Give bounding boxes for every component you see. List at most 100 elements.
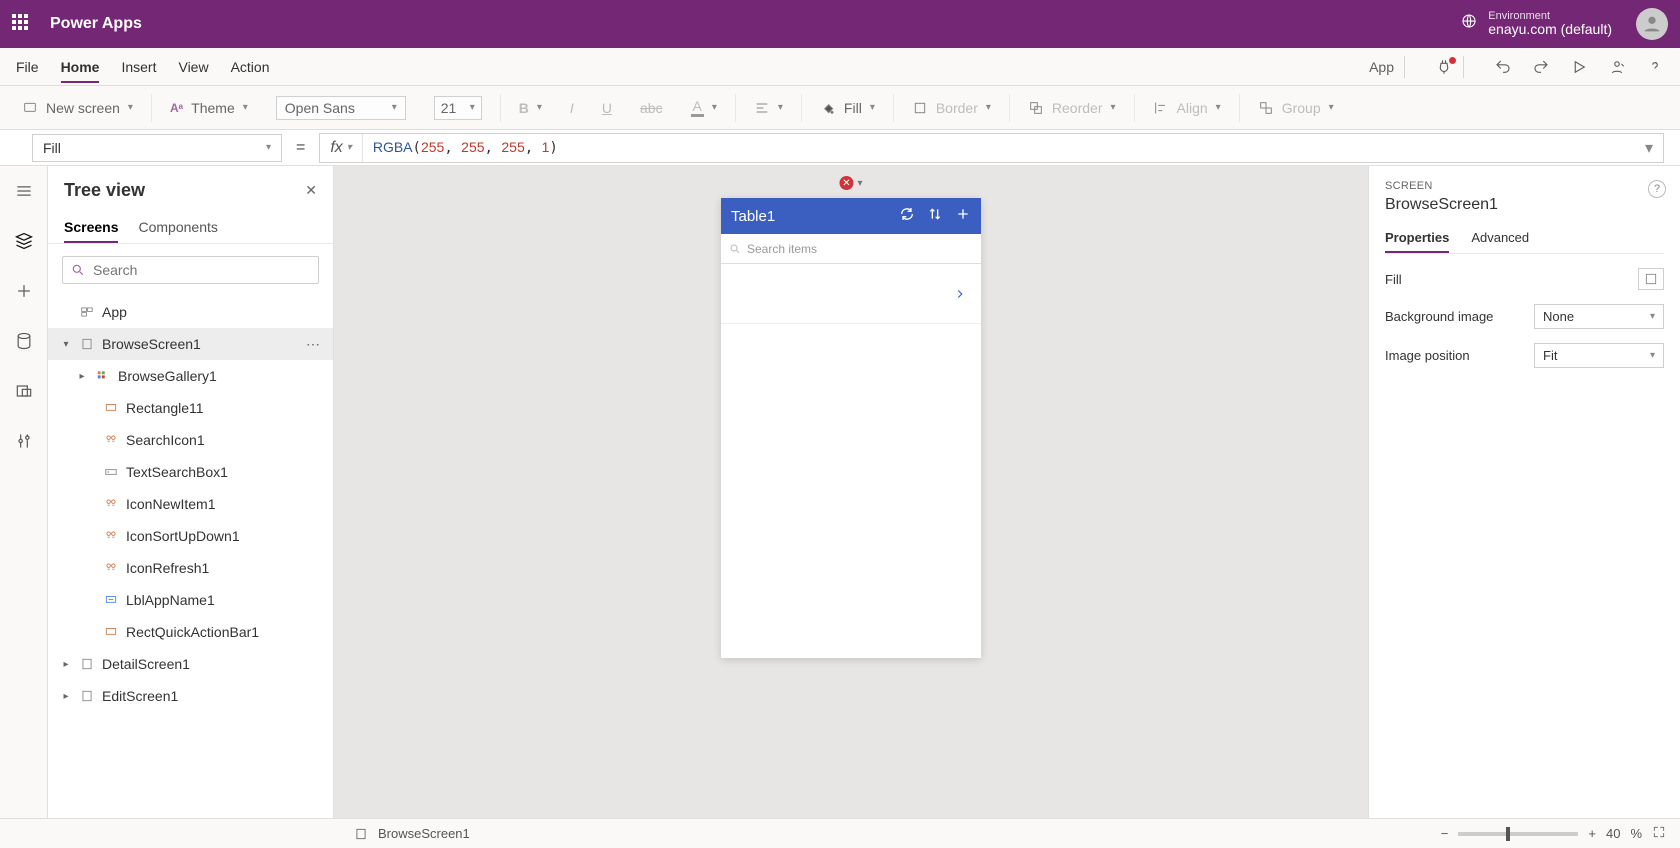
tree-node-iconnewitem[interactable]: IconNewItem1 (48, 488, 333, 520)
new-screen-label: New screen (46, 100, 120, 116)
tree-search[interactable] (62, 256, 319, 284)
tree-node-textsearchbox[interactable]: TextSearchBox1 (48, 456, 333, 488)
app-name: Power Apps (50, 15, 142, 33)
menu-home[interactable]: Home (61, 51, 100, 83)
bold-button[interactable]: B▾ (509, 100, 552, 116)
imgpos-value: Fit (1543, 348, 1557, 363)
undo-button[interactable] (1494, 58, 1512, 76)
gallery-icon (94, 369, 112, 383)
zoom-slider[interactable] (1458, 832, 1578, 836)
redo-button[interactable] (1532, 58, 1550, 76)
properties-category: SCREEN (1385, 180, 1664, 192)
tree-list: App ▾ BrowseScreen1 ⋯ ▸ BrowseGallery1 R… (48, 296, 333, 818)
zoom-in-button[interactable]: + (1588, 826, 1596, 841)
fill-color-swatch[interactable] (1638, 268, 1664, 290)
phone-search-placeholder: Search items (747, 242, 817, 256)
app-checker-button[interactable] (1435, 58, 1453, 76)
menu-insert[interactable]: Insert (121, 51, 156, 83)
caret-right-icon[interactable]: ▸ (60, 691, 72, 702)
tab-components[interactable]: Components (138, 213, 217, 243)
menu-view[interactable]: View (178, 51, 208, 83)
error-indicator[interactable]: ✕ ▾ (839, 176, 862, 190)
help-button[interactable] (1646, 58, 1664, 76)
tree-node-searchicon[interactable]: SearchIcon1 (48, 424, 333, 456)
refresh-icon[interactable] (899, 206, 915, 227)
tree-node-browsegallery[interactable]: ▸ BrowseGallery1 (48, 360, 333, 392)
phone-preview[interactable]: Table1 Search items (721, 198, 981, 658)
properties-target-name: BrowseScreen1 (1385, 196, 1664, 214)
property-selector[interactable]: Fill ▾ (32, 134, 282, 162)
align-label: Align (1177, 100, 1208, 116)
imgpos-select[interactable]: Fit▾ (1534, 343, 1664, 368)
canvas-area[interactable]: ✕ ▾ Table1 Search items (334, 166, 1368, 818)
status-screen-name: BrowseScreen1 (378, 826, 470, 841)
font-color-button[interactable]: A▾ (681, 98, 727, 117)
environment-label: Environment (1488, 10, 1612, 22)
textinput-icon (102, 465, 120, 479)
strike-button[interactable]: abc (630, 100, 673, 116)
border-button[interactable]: Border▾ (902, 100, 1001, 116)
help-icon[interactable]: ? (1648, 180, 1666, 198)
menu-app[interactable]: App (1369, 59, 1394, 75)
caret-right-icon[interactable]: ▸ (60, 659, 72, 670)
tree-search-input[interactable] (93, 262, 310, 278)
gallery-item[interactable] (721, 264, 981, 324)
more-options-button[interactable]: ⋯ (306, 336, 321, 353)
font-value: Open Sans (285, 100, 355, 116)
caret-right-icon[interactable]: ▸ (76, 371, 88, 382)
theme-label: Theme (191, 100, 235, 116)
font-size-input[interactable]: 21▾ (434, 96, 482, 120)
tree-label: TextSearchBox1 (126, 464, 228, 480)
underline-button[interactable]: U (592, 100, 622, 116)
new-screen-button[interactable]: New screen ▾ (12, 100, 143, 116)
tree-node-rectquickactionbar[interactable]: RectQuickActionBar1 (48, 616, 333, 648)
tree-label: BrowseGallery1 (118, 368, 217, 384)
user-avatar[interactable] (1636, 8, 1668, 40)
close-pane-button[interactable]: ✕ (305, 182, 317, 199)
share-button[interactable] (1608, 58, 1626, 76)
rail-hamburger[interactable] (13, 180, 35, 202)
expand-formula-icon[interactable]: ▾ (1635, 138, 1663, 158)
zoom-out-button[interactable]: − (1441, 826, 1449, 841)
sort-icon[interactable] (927, 206, 943, 227)
align-button[interactable]: Align▾ (1143, 100, 1231, 116)
phone-searchbox[interactable]: Search items (721, 234, 981, 264)
rail-data[interactable] (13, 330, 35, 352)
italic-button[interactable]: I (560, 100, 584, 116)
font-select[interactable]: Open Sans▾ (276, 96, 406, 120)
tree-node-editscreen[interactable]: ▸ EditScreen1 (48, 680, 333, 712)
ptab-advanced[interactable]: Advanced (1471, 224, 1529, 253)
tree-node-iconsortupdown[interactable]: IconSortUpDown1 (48, 520, 333, 552)
align-text-button[interactable]: ▾ (744, 100, 793, 116)
app-launcher-icon[interactable] (12, 14, 32, 34)
menu-file[interactable]: File (16, 51, 39, 83)
rail-media[interactable] (13, 380, 35, 402)
formula-input[interactable]: fx▾ RGBA(255, 255, 255, 1) ▾ (319, 133, 1664, 163)
app-icon (78, 305, 96, 319)
fill-button[interactable]: Fill▾ (810, 100, 885, 116)
play-button[interactable] (1570, 58, 1588, 76)
tree-node-detailscreen[interactable]: ▸ DetailScreen1 (48, 648, 333, 680)
tab-screens[interactable]: Screens (64, 213, 118, 243)
rail-advanced-tools[interactable] (13, 430, 35, 452)
theme-button[interactable]: Aᵃ Theme ▾ (160, 100, 258, 116)
fx-label: fx▾ (320, 134, 362, 162)
tree-node-lblappname[interactable]: LblAppName1 (48, 584, 333, 616)
fit-to-window-button[interactable] (1652, 825, 1666, 842)
rail-insert[interactable] (13, 280, 35, 302)
bgimage-select[interactable]: None▾ (1534, 304, 1664, 329)
tree-node-iconrefresh[interactable]: IconRefresh1 (48, 552, 333, 584)
ptab-properties[interactable]: Properties (1385, 224, 1449, 253)
tree-node-rectangle[interactable]: Rectangle11 (48, 392, 333, 424)
group-button[interactable]: Group▾ (1248, 100, 1344, 116)
add-icon[interactable] (955, 206, 971, 227)
environment-picker[interactable]: Environment enayu.com (default) (1460, 10, 1612, 37)
tree-node-app[interactable]: App (48, 296, 333, 328)
reorder-button[interactable]: Reorder▾ (1018, 100, 1126, 116)
chevron-down-icon: ▾ (128, 102, 133, 113)
caret-down-icon[interactable]: ▾ (60, 339, 72, 350)
tree-node-browsescreen[interactable]: ▾ BrowseScreen1 ⋯ (48, 328, 333, 360)
rail-tree-view[interactable] (13, 230, 35, 252)
formula-text[interactable]: RGBA(255, 255, 255, 1) (363, 139, 1635, 156)
menu-action[interactable]: Action (231, 51, 270, 83)
